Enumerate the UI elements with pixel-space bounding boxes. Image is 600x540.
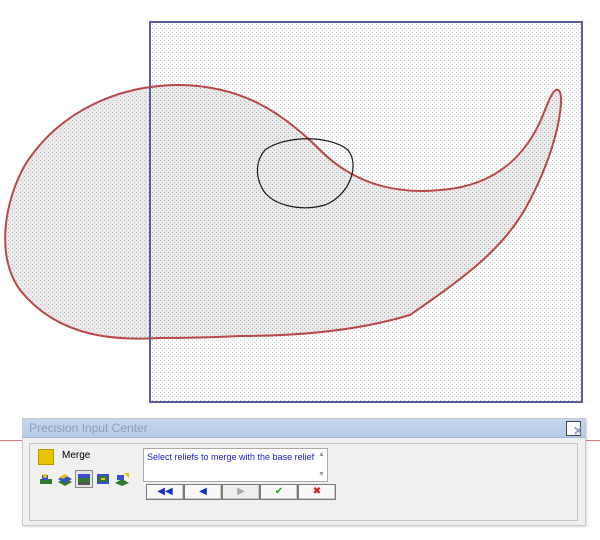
panel-title: Precision Input Center — [29, 421, 148, 435]
merge-icon — [38, 449, 54, 465]
merge-relief-icon[interactable] — [114, 471, 130, 487]
first-button[interactable]: ◀◀ — [146, 484, 184, 500]
double-left-arrow-icon: ◀◀ — [157, 486, 173, 497]
layer-tool-icon[interactable] — [57, 471, 73, 487]
prompt-text: Select reliefs to merge with the base re… — [147, 452, 315, 462]
right-arrow-icon: ▶ — [237, 486, 245, 497]
panel-body: Merge Select reliefs to merge with the b… — [29, 443, 578, 521]
ok-button[interactable]: ✔ — [260, 484, 298, 500]
relief-tool-icon[interactable] — [38, 471, 54, 487]
relief-drawing — [4, 21, 583, 403]
prompt-box: Select reliefs to merge with the base re… — [143, 448, 328, 482]
scroll-down-icon[interactable]: ▼ — [318, 471, 325, 479]
relief-canvas[interactable] — [0, 0, 600, 410]
scroll-up-icon[interactable]: ▲ — [318, 451, 325, 459]
previous-button[interactable]: ◀ — [184, 484, 222, 500]
prompt-scrollbar[interactable]: ▲ ▼ — [317, 449, 327, 481]
relief-grid-icon[interactable] — [95, 471, 111, 487]
close-button[interactable]: ✕ — [566, 421, 584, 438]
merge-label: Merge — [62, 450, 91, 461]
next-button[interactable]: ▶ — [222, 484, 260, 500]
checkmark-icon: ✔ — [274, 486, 284, 497]
close-icon: ✕ — [573, 424, 584, 438]
precision-input-center-panel: Precision Input Center ✕ Merge Select re… — [22, 418, 586, 526]
left-arrow-icon: ◀ — [199, 486, 207, 497]
cancel-icon: ✖ — [312, 486, 322, 497]
cancel-button[interactable]: ✖ — [298, 484, 336, 500]
stacked-relief-icon[interactable] — [75, 470, 93, 488]
panel-title-bar[interactable]: Precision Input Center ✕ — [23, 419, 585, 438]
